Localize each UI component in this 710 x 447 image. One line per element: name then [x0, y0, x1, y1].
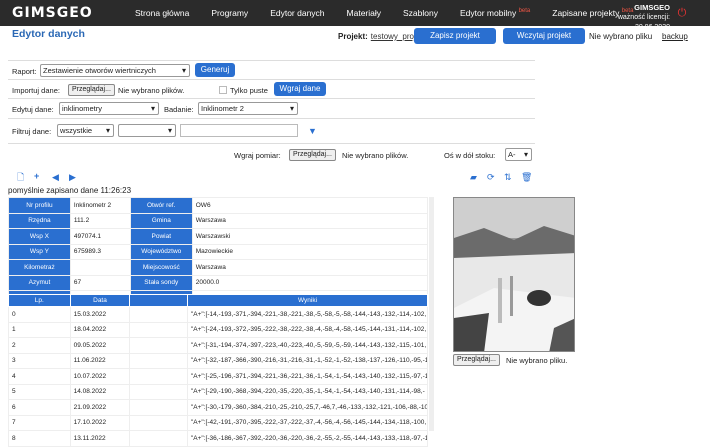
info-table: Nr profilu Inklinometr 2 Otwór ref. OW6 Rzę… — [8, 197, 429, 307]
nav-materials[interactable]: Materiały — [347, 8, 381, 18]
info-value[interactable] — [69, 259, 131, 276]
info-value[interactable]: 20000.0 — [191, 274, 429, 291]
report-label: Raport: — [12, 67, 37, 76]
info-value[interactable]: Warszawa — [191, 212, 429, 229]
power-icon[interactable]: ⏻ — [676, 7, 688, 19]
table-row[interactable]: 4 10.07.2022 "A+":[-25,-196,-371,-394,-221… — [8, 368, 429, 385]
filter-input[interactable] — [180, 124, 298, 137]
only-empty-label: Tylko puste — [230, 86, 268, 95]
test-select[interactable]: Inklinometr 2 — [198, 102, 298, 115]
table-row[interactable]: 0 15.03.2022 "A+":[-14,-193,-371,-394,-221… — [8, 306, 429, 323]
test-label: Badanie: — [164, 105, 194, 114]
trash-icon[interactable]: 🗑 — [521, 172, 532, 182]
info-key: Wsp Y — [8, 243, 71, 260]
table-row[interactable]: 2 09.05.2022 "A+":[-31,-194,-374,-397,-223… — [8, 337, 429, 354]
axis-select[interactable]: A- — [505, 148, 532, 161]
nav-home[interactable]: Strona główna — [135, 8, 189, 18]
backup-link[interactable]: backup — [662, 32, 688, 41]
import-nofile: Nie wybrano plików. — [118, 86, 185, 95]
load-data-button[interactable]: Wgraj dane — [274, 82, 326, 96]
edit-select[interactable]: inklinometry — [59, 102, 159, 115]
axis-label: Oś w dół stoku: — [444, 151, 496, 160]
user-box: GIMSGEO ważność licencji: 20.06.2030 — [608, 3, 670, 33]
nav-data-editor[interactable]: Edytor danych — [270, 8, 324, 18]
refresh-icon[interactable]: ⟳ — [487, 172, 495, 182]
info-key: Miejscowość — [129, 259, 193, 276]
save-project-button[interactable]: Zapisz projekt — [414, 28, 496, 44]
info-key: Otwór ref. — [129, 197, 193, 214]
info-key: Azymut — [8, 274, 71, 291]
prev-icon[interactable]: ◀ — [52, 172, 59, 182]
table-scrollbar[interactable] — [429, 197, 434, 431]
table-row[interactable]: 3 11.06.2022 "A+":[-32,-187,-366,-390,-216… — [8, 352, 429, 369]
status-message: pomyślnie zapisano dane 11:26:23 — [8, 186, 132, 195]
table-row[interactable]: 8 13.11.2022 "A+":[-36,-186,-367,-392,-220… — [8, 430, 429, 447]
divider — [8, 98, 535, 99]
info-key: Wsp X — [8, 228, 71, 245]
nav-mobile-editor[interactable]: Edytor mobilny beta — [460, 8, 530, 18]
info-key: Powiat — [129, 228, 193, 245]
nav-templates[interactable]: Szablony — [403, 8, 438, 18]
table-row[interactable]: 1 18.04.2022 "A+":[-24,-193,-372,-395,-222… — [8, 321, 429, 338]
results-table: Lp. Data Wyniki 0 15.03.2022 "A+":[-14,-193,… — [8, 294, 429, 447]
folder-icon[interactable]: ▰ — [470, 172, 477, 182]
edit-label: Edytuj dane: — [12, 105, 54, 114]
main-nav: Strona główna Programy Edytor danych Mat… — [135, 0, 655, 26]
filter-select-2[interactable] — [118, 124, 176, 137]
top-bar: GIMSGEO Strona główna Programy Edytor da… — [0, 0, 710, 31]
page-title: Edytor danych — [12, 28, 85, 40]
photo-nofile: Nie wybrano pliku. — [506, 356, 568, 365]
divider — [8, 60, 535, 61]
info-value[interactable]: Mazowieckie — [191, 243, 429, 260]
info-value[interactable]: Inklinometr 2 — [69, 197, 131, 214]
new-row-icon[interactable]: 🗋 — [17, 172, 24, 182]
info-key: Kilometraż — [8, 259, 71, 276]
info-value[interactable]: 675989.3 — [69, 243, 131, 260]
no-file-text: Nie wybrano pliku — [589, 32, 653, 41]
info-key: Nr profilu — [8, 197, 71, 214]
divider — [8, 79, 535, 80]
info-value[interactable]: 497074.1 — [69, 228, 131, 245]
site-photo — [453, 197, 575, 352]
info-value[interactable]: Warszawa — [191, 259, 429, 276]
measure-browse-button[interactable]: Przeglądaj... — [289, 149, 336, 161]
info-value[interactable]: OW6 — [191, 197, 429, 214]
info-value[interactable]: 111.2 — [69, 212, 131, 229]
info-key: Stała sondy — [129, 274, 193, 291]
import-label: Importuj dane: — [12, 86, 60, 95]
sort-icon[interactable]: ⇅ — [504, 172, 512, 182]
generate-button[interactable]: Generuj — [195, 63, 235, 77]
license-info: ważność licencji: 20.06.2030 — [617, 14, 670, 31]
divider — [8, 118, 535, 119]
col-header: Lp. — [8, 294, 71, 307]
info-key: Województwo — [129, 243, 193, 260]
user-name: GIMSGEO — [634, 3, 670, 12]
next-icon[interactable]: ▶ — [69, 172, 76, 182]
report-select[interactable]: Zestawienie otworów wiertniczych — [40, 64, 190, 77]
filter-select[interactable]: wszystkie — [57, 124, 114, 137]
col-header — [129, 294, 188, 307]
info-key: Gmina — [129, 212, 193, 229]
import-browse-button[interactable]: Przeglądaj... — [68, 84, 115, 96]
filter-icon[interactable]: ▼ — [308, 126, 317, 136]
col-header: Data — [69, 294, 131, 307]
nav-programs[interactable]: Programy — [211, 8, 248, 18]
measure-label: Wgraj pomiar: — [234, 151, 281, 160]
table-row[interactable]: 6 21.09.2022 "A+":[-30,-179,-360,-384,-210… — [8, 399, 429, 416]
table-row[interactable]: 5 14.08.2022 "A+":[-29,-190,-368,-394,-220… — [8, 383, 429, 400]
col-header: Wyniki — [186, 294, 429, 307]
info-value[interactable]: 67 — [69, 274, 131, 291]
logo: GIMSGEO — [12, 5, 93, 21]
measure-nofile: Nie wybrano plików. — [342, 151, 409, 160]
info-value[interactable]: Warszawski — [191, 228, 429, 245]
load-project-button[interactable]: Wczytaj projekt — [503, 28, 585, 44]
add-icon[interactable]: + — [34, 171, 39, 181]
only-empty-checkbox[interactable] — [219, 86, 227, 94]
info-key: Rzędna — [8, 212, 71, 229]
filter-label: Filtruj dane: — [12, 127, 52, 136]
photo-browse-button[interactable]: Przeglądaj... — [453, 354, 500, 366]
divider — [8, 143, 535, 144]
table-row[interactable]: 7 17.10.2022 "A+":[-42,-191,-370,-395,-222… — [8, 414, 429, 431]
